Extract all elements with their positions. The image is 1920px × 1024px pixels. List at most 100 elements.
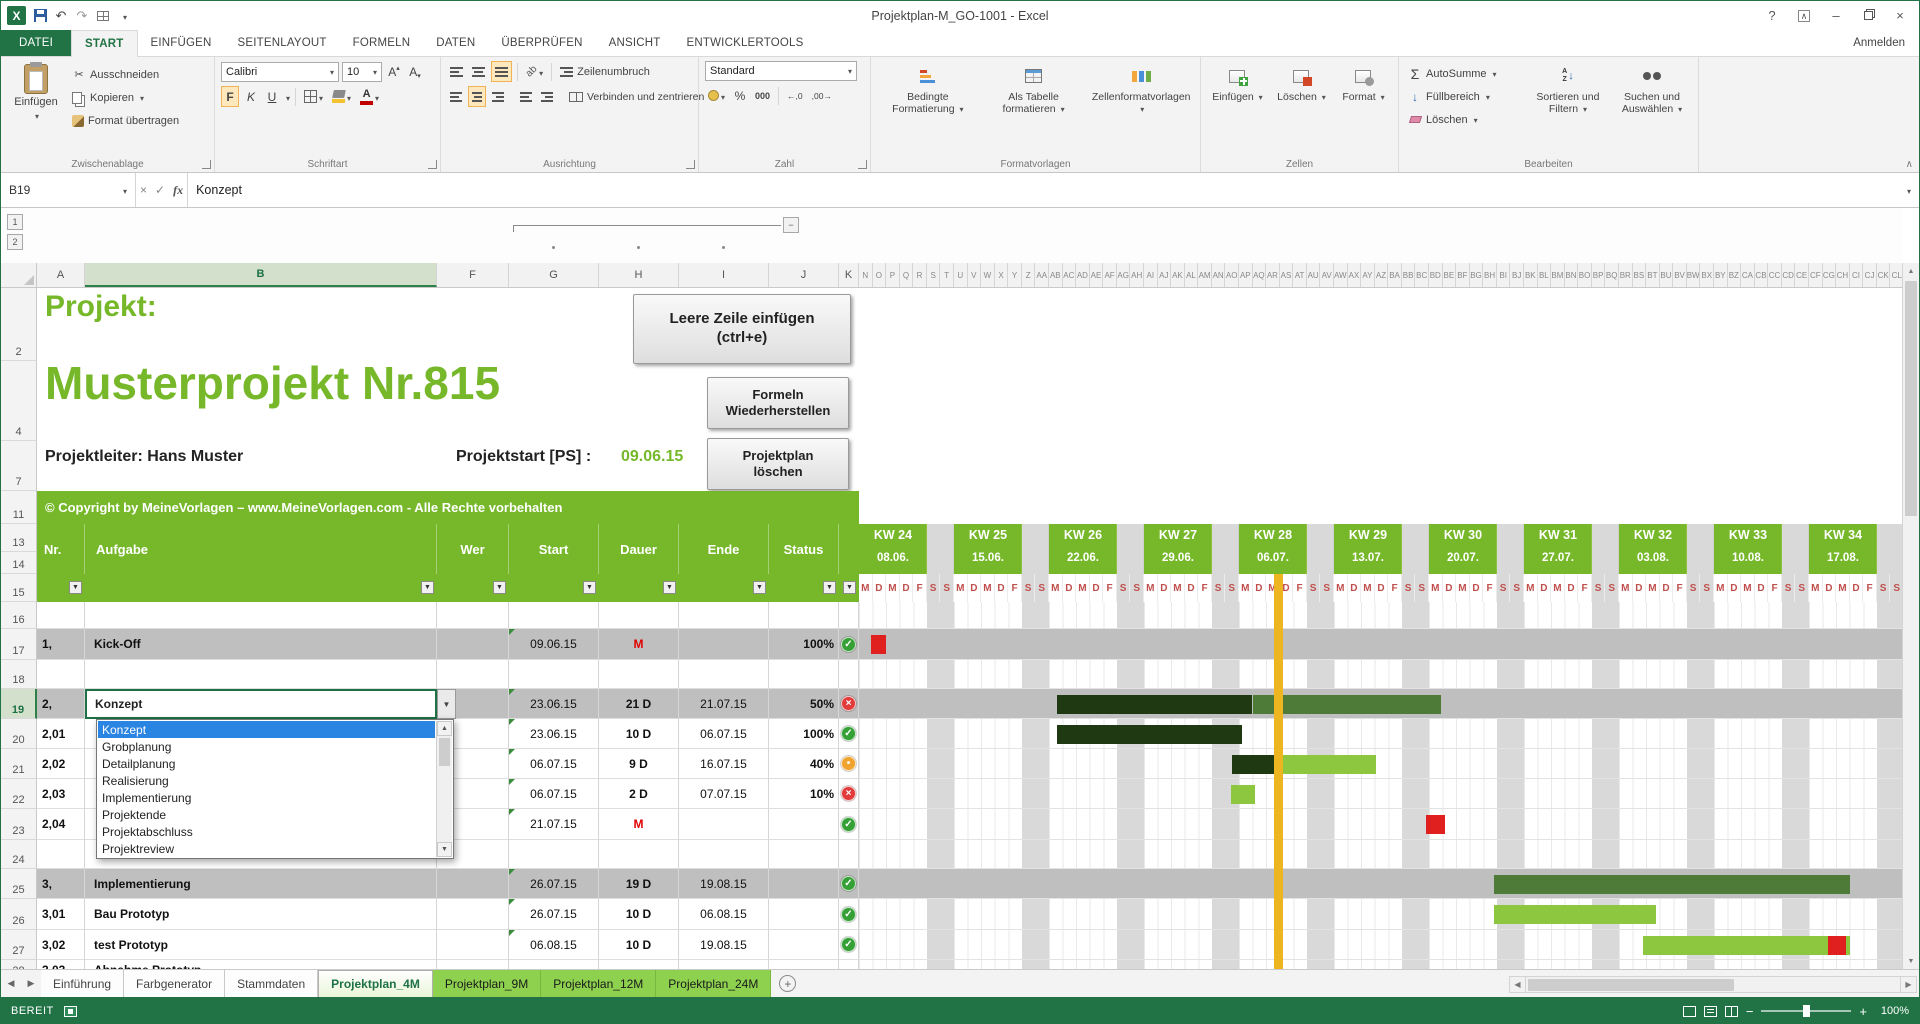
cell-J21[interactable]: 40%	[769, 749, 839, 779]
cell-I21[interactable]: 16.07.15	[679, 749, 769, 779]
sheet-nav-left-icon[interactable]: ◀	[1, 970, 21, 997]
cell-H18[interactable]	[599, 660, 679, 689]
conditional-formatting-button[interactable]: Bedingte Formatierung	[877, 61, 979, 154]
sort-filter-button[interactable]: Sortieren und Filtern	[1528, 61, 1608, 154]
dropdown-item-Projektreview[interactable]: Projektreview	[98, 840, 435, 857]
outline-collapse-button[interactable]: −	[783, 217, 799, 233]
cell-I20[interactable]: 06.07.15	[679, 719, 769, 749]
clear-plan-button[interactable]: Projektplan löschen	[707, 438, 849, 490]
ribbon-tab-datei[interactable]: DATEI	[1, 30, 71, 56]
sheet-tab-Farbgenerator[interactable]: Farbgenerator	[124, 970, 225, 997]
column-header-BV[interactable]: BV	[1673, 263, 1687, 287]
row-header-22[interactable]: 22	[1, 779, 37, 809]
column-header-A[interactable]: A	[37, 263, 85, 287]
enter-icon[interactable]: ✓	[155, 183, 165, 197]
scroll-right-icon[interactable]: ▶	[1900, 976, 1917, 993]
cell-G17[interactable]: 09.06.15	[509, 629, 599, 660]
qat-customize-icon[interactable]	[117, 8, 131, 24]
cell-H16[interactable]	[599, 602, 679, 629]
cell-K23[interactable]: ✓	[839, 809, 859, 840]
cell-F25[interactable]	[437, 869, 509, 899]
vertical-scrollbar[interactable]: ▲ ▼	[1902, 263, 1919, 969]
cell-A19[interactable]: 2,	[37, 689, 85, 719]
cell-J23[interactable]	[769, 809, 839, 840]
cell-I18[interactable]	[679, 660, 769, 689]
column-header-BY[interactable]: BY	[1714, 263, 1728, 287]
grow-font-button[interactable]: A▴	[385, 61, 403, 82]
borders-button[interactable]	[301, 86, 326, 107]
ribbon-tab-entwicklertools[interactable]: ENTWICKLERTOOLS	[674, 30, 817, 56]
dropdown-item-Detailplanung[interactable]: Detailplanung	[98, 755, 435, 772]
column-header-CA[interactable]: CA	[1741, 263, 1755, 287]
column-header-BB[interactable]: BB	[1402, 263, 1416, 287]
column-header-AH[interactable]: AH	[1130, 263, 1144, 287]
filter-button-F[interactable]	[493, 581, 506, 594]
format-cells-button[interactable]: Format	[1335, 61, 1392, 154]
restore-icon[interactable]	[1853, 5, 1883, 27]
cell-K17[interactable]: ✓	[839, 629, 859, 660]
column-header-AY[interactable]: AY	[1361, 263, 1375, 287]
cell-I17[interactable]	[679, 629, 769, 660]
ribbon-tab-start[interactable]: START	[71, 30, 137, 57]
column-header-AT[interactable]: AT	[1293, 263, 1307, 287]
column-header-BG[interactable]: BG	[1470, 263, 1484, 287]
column-header-G[interactable]: G	[509, 263, 599, 287]
cell-A27[interactable]: 3,02	[37, 930, 85, 960]
format-painter-button[interactable]: Format übertragen	[69, 110, 182, 131]
dropdown-item-Grobplanung[interactable]: Grobplanung	[98, 738, 435, 755]
cell-B27[interactable]: test Prototyp	[85, 930, 437, 960]
cell-A24[interactable]	[37, 840, 85, 869]
ribbon-tab-daten[interactable]: DATEN	[423, 30, 488, 56]
column-header-AN[interactable]: AN	[1212, 263, 1226, 287]
align-bottom-button[interactable]	[491, 61, 512, 82]
filter-button-K[interactable]	[843, 581, 856, 594]
cell-J20[interactable]: 100%	[769, 719, 839, 749]
scroll-left-icon[interactable]: ◀	[1509, 976, 1526, 993]
cell-I28[interactable]	[679, 960, 769, 969]
column-header-BF[interactable]: BF	[1456, 263, 1470, 287]
column-header-BP[interactable]: BP	[1592, 263, 1606, 287]
align-left-button[interactable]	[447, 86, 465, 107]
row-header-24[interactable]: 24	[1, 840, 37, 869]
select-all-corner[interactable]	[1, 263, 37, 287]
help-icon[interactable]: ?	[1757, 5, 1787, 27]
close-icon[interactable]: ×	[1885, 5, 1915, 27]
row-header-18[interactable]: 18	[1, 660, 37, 689]
column-header-CB[interactable]: CB	[1755, 263, 1769, 287]
column-header-AJ[interactable]: AJ	[1158, 263, 1172, 287]
cell-H22[interactable]: 2 D	[599, 779, 679, 809]
row-header-7[interactable]: 7	[1, 441, 37, 491]
cell-G18[interactable]	[509, 660, 599, 689]
filter-button-B[interactable]	[421, 581, 434, 594]
column-header-AP[interactable]: AP	[1239, 263, 1253, 287]
row-header-20[interactable]: 20	[1, 719, 37, 749]
sheet-tab-Projektplan_12M[interactable]: Projektplan_12M	[541, 970, 656, 997]
column-header-BT[interactable]: BT	[1646, 263, 1660, 287]
dropdown-item-Konzept[interactable]: Konzept	[98, 721, 435, 738]
column-header-BO[interactable]: BO	[1578, 263, 1592, 287]
alignment-dialog-launcher[interactable]	[686, 160, 695, 169]
column-header-T[interactable]: T	[940, 263, 954, 287]
column-header-BM[interactable]: BM	[1551, 263, 1565, 287]
column-header-BA[interactable]: BA	[1388, 263, 1402, 287]
row-header-23[interactable]: 23	[1, 809, 37, 840]
filter-button-J[interactable]	[823, 581, 836, 594]
font-size-select[interactable]: 10	[342, 62, 382, 82]
column-header-O[interactable]: O	[873, 263, 887, 287]
column-header-AU[interactable]: AU	[1307, 263, 1321, 287]
cell-G16[interactable]	[509, 602, 599, 629]
ribbon-tab-einfügen[interactable]: EINFÜGEN	[138, 30, 225, 56]
ribbon-tab-formeln[interactable]: FORMELN	[340, 30, 424, 56]
column-header-K[interactable]: K	[839, 263, 859, 287]
column-header-AK[interactable]: AK	[1171, 263, 1185, 287]
dropdown-item-Realisierung[interactable]: Realisierung	[98, 772, 435, 789]
font-name-select[interactable]: Calibri	[221, 62, 339, 82]
column-header-BJ[interactable]: BJ	[1510, 263, 1524, 287]
column-header-BD[interactable]: BD	[1429, 263, 1443, 287]
cell-G25[interactable]: 26.07.15	[509, 869, 599, 899]
clear-button[interactable]: Löschen	[1405, 109, 1524, 130]
cell-A17[interactable]: 1,	[37, 629, 85, 660]
increase-indent-button[interactable]	[538, 86, 556, 107]
column-header-CI[interactable]: CI	[1850, 263, 1864, 287]
cell-K22[interactable]: ×	[839, 779, 859, 809]
